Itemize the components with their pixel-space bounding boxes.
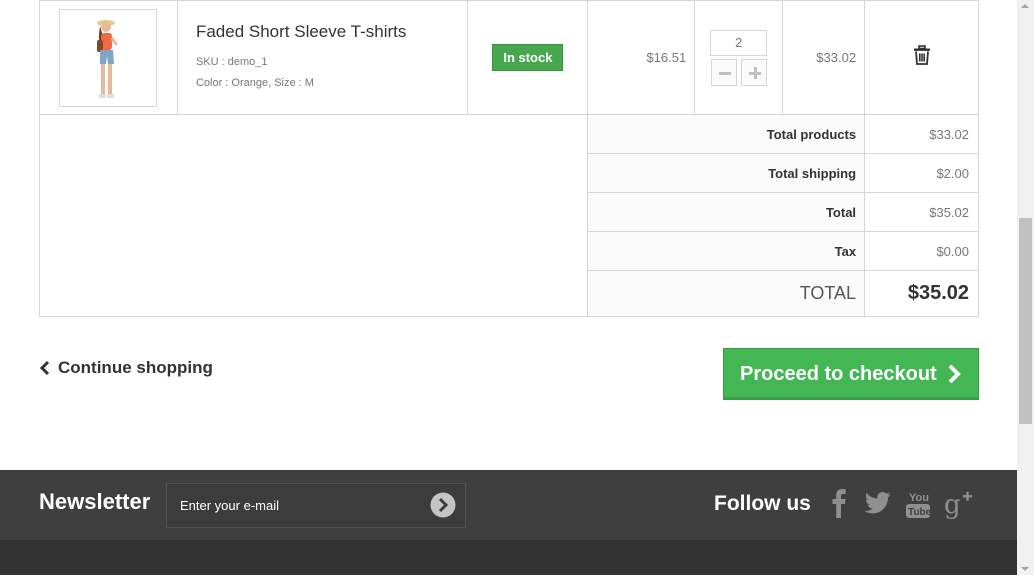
summary-label: Tax bbox=[587, 231, 866, 271]
product-description-cell: Faded Short Sleeve T-shirts SKU : demo_1… bbox=[176, 0, 469, 115]
summary-label: Total products bbox=[587, 114, 866, 154]
page: Faded Short Sleeve T-shirts SKU : demo_1… bbox=[0, 0, 1017, 575]
product-image-cell bbox=[39, 0, 178, 115]
scroll-down-arrow-icon[interactable] bbox=[1021, 567, 1029, 571]
follow-us-title: Follow us bbox=[714, 492, 811, 515]
summary-value: $33.02 bbox=[864, 114, 979, 154]
scrollbar-thumb[interactable] bbox=[1019, 218, 1032, 424]
quantity-cell: 2 bbox=[694, 0, 784, 115]
newsletter-placeholder: Enter your e-mail bbox=[180, 498, 279, 513]
summary-value: $2.00 bbox=[864, 153, 979, 193]
product-name-link[interactable]: Faded Short Sleeve T-shirts bbox=[196, 22, 468, 42]
quantity-stepper bbox=[695, 58, 782, 86]
newsletter-title: Newsletter bbox=[39, 489, 151, 514]
google-plus-icon[interactable]: g bbox=[944, 489, 974, 521]
continue-shopping-link[interactable]: Continue shopping bbox=[39, 358, 213, 378]
facebook-icon[interactable] bbox=[832, 488, 846, 518]
proceed-to-checkout-button[interactable]: Proceed to checkout bbox=[723, 348, 979, 400]
svg-text:Tube: Tube bbox=[908, 507, 930, 518]
chevron-left-icon bbox=[39, 360, 50, 376]
summary-label: Total shipping bbox=[587, 153, 866, 193]
trash-icon[interactable] bbox=[913, 45, 931, 65]
summary-row-total-products: Total products $33.02 bbox=[38, 114, 979, 317]
svg-text:g: g bbox=[944, 490, 961, 520]
grand-total-label: TOTAL bbox=[587, 270, 866, 317]
youtube-icon[interactable]: You Tube bbox=[906, 490, 930, 520]
unit-price: $16.51 bbox=[587, 0, 696, 115]
quantity-decrease-button[interactable] bbox=[710, 58, 737, 86]
cart-table: Faded Short Sleeve T-shirts SKU : demo_1… bbox=[38, 0, 979, 317]
summary-value: $35.02 bbox=[864, 192, 979, 232]
vertical-scrollbar[interactable] bbox=[1017, 0, 1034, 575]
svg-text:You: You bbox=[909, 492, 929, 504]
summary-label: Total bbox=[587, 192, 866, 232]
continue-shopping-label: Continue shopping bbox=[58, 358, 213, 377]
product-image bbox=[97, 19, 118, 98]
chevron-right-icon bbox=[948, 364, 961, 384]
product-sku: SKU : demo_1 bbox=[195, 55, 268, 68]
grand-total-value: $35.02 bbox=[864, 270, 979, 317]
product-attributes[interactable]: Color : Orange, Size : M bbox=[196, 73, 468, 94]
quantity-increase-button[interactable] bbox=[740, 58, 767, 86]
newsletter-email-input[interactable]: Enter your e-mail bbox=[166, 483, 466, 528]
summary-spacer bbox=[38, 114, 589, 317]
checkout-label: Proceed to checkout bbox=[740, 362, 937, 385]
line-total: $33.02 bbox=[782, 0, 866, 115]
quantity-input[interactable]: 2 bbox=[710, 29, 768, 56]
in-stock-badge: In stock bbox=[492, 44, 564, 71]
footer-newsletter-bar: Newsletter Enter your e-mail Follow us Y… bbox=[0, 470, 1017, 540]
cart-row: Faded Short Sleeve T-shirts SKU : demo_1… bbox=[39, 0, 979, 115]
scroll-up-arrow-icon[interactable] bbox=[1021, 4, 1029, 8]
newsletter-submit-icon[interactable] bbox=[430, 492, 456, 518]
product-thumbnail[interactable] bbox=[59, 8, 157, 107]
availability-cell: In stock bbox=[467, 0, 589, 115]
delete-cell bbox=[864, 0, 979, 115]
twitter-icon[interactable] bbox=[865, 492, 891, 514]
footer-bottom-bar bbox=[0, 540, 1017, 575]
summary-value: $0.00 bbox=[864, 231, 979, 271]
